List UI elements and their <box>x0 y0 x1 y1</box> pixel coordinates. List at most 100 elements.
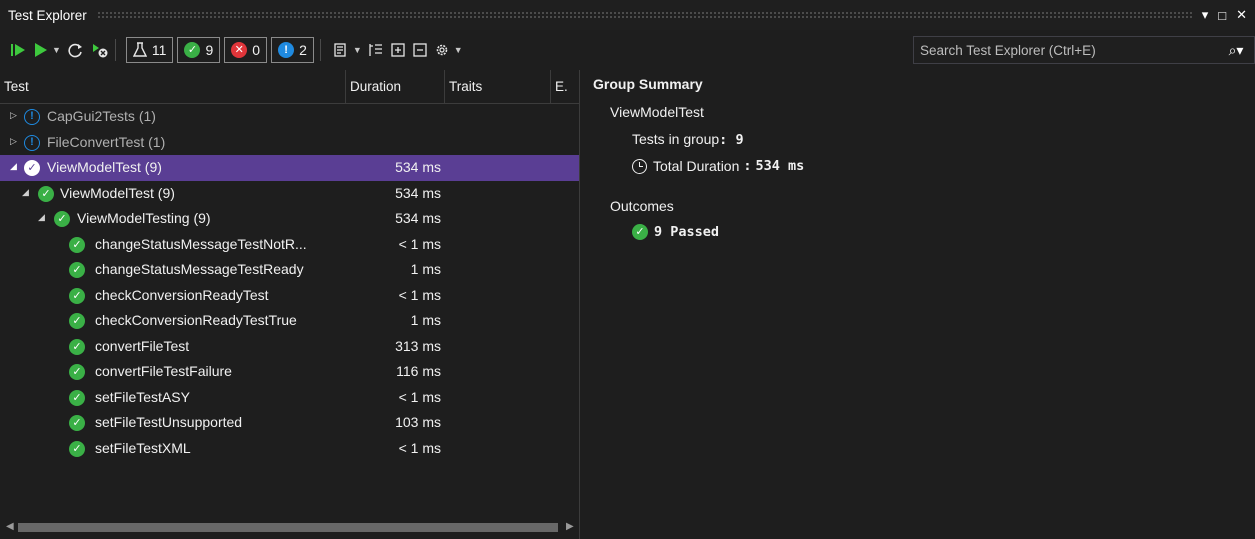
run-icon[interactable] <box>34 37 48 63</box>
run-all-icon[interactable] <box>10 37 28 63</box>
test-name: FileConvertTest (1) <box>47 133 166 150</box>
test-duration: 116 ms <box>396 363 441 379</box>
passed-icon: ✓ <box>69 415 85 431</box>
total-tests-filter[interactable]: 11 <box>125 37 174 63</box>
scroll-right-icon[interactable]: ▶ <box>566 521 574 532</box>
test-duration: 534 ms <box>395 159 441 175</box>
tree-row[interactable]: ✓ setFileTestUnsupported 103 ms <box>0 410 579 436</box>
passed-icon: ✓ <box>69 364 85 380</box>
test-name: setFileTestUnsupported <box>95 414 243 430</box>
column-header-duration[interactable]: Duration <box>346 70 445 104</box>
collapse-arrow-icon[interactable]: ◢ <box>38 212 45 223</box>
test-name: ViewModelTesting (9) <box>77 210 211 226</box>
group-name: ViewModelTest <box>610 104 704 120</box>
tree-row[interactable]: ◢ ✓ ViewModelTesting (9) 534 ms <box>0 206 579 232</box>
passed-icon: ✓ <box>69 236 85 253</box>
passed-icon: ✓ <box>632 224 648 240</box>
toolbar-separator <box>319 39 321 61</box>
column-header-error[interactable]: E. <box>551 70 579 104</box>
test-name: checkConversionReadyTest <box>95 286 269 303</box>
expand-arrow-icon[interactable]: ▷ <box>10 110 17 121</box>
settings-dropdown-icon[interactable]: ▼ <box>454 37 463 63</box>
total-duration-value: 534 ms <box>755 158 805 174</box>
tree-row[interactable]: ✓ setFileTestXML < 1 ms <box>0 436 579 462</box>
test-name: changeStatusMessageTestReady <box>95 261 304 277</box>
passed-icon: ✓ <box>69 440 85 457</box>
tree-row-selected[interactable]: ◢ ✓ ViewModelTest (9) 534 ms <box>0 155 579 181</box>
window-position-icon[interactable]: ▾ <box>1202 7 1209 23</box>
search-box: ⌕▾ <box>913 36 1255 64</box>
run-dropdown-icon[interactable]: ▼ <box>52 37 61 63</box>
tree-row[interactable]: ✓ checkConversionReadyTestTrue 1 ms <box>0 308 579 334</box>
test-tree-panel: Test Duration Traits E. ▷ ! CapGui2Tests… <box>0 70 580 539</box>
passed-icon: ✓ <box>69 389 85 406</box>
tree-row[interactable]: ✓ convertFileTestFailure 116 ms <box>0 359 579 385</box>
passed-tests-filter[interactable]: ✓ 9 <box>177 37 221 63</box>
collapse-arrow-icon[interactable]: ◢ <box>22 187 29 198</box>
expand-arrow-icon[interactable]: ▷ <box>10 136 17 147</box>
search-icon[interactable]: ⌕▾ <box>1218 42 1254 59</box>
test-name: ViewModelTest (9) <box>60 184 175 201</box>
test-duration: 1 ms <box>410 312 441 328</box>
not-run-count: 2 <box>299 42 307 58</box>
total-count: 11 <box>151 42 167 58</box>
test-name: setFileTestXML <box>95 439 191 456</box>
scrollbar-thumb[interactable] <box>18 523 558 532</box>
maximize-icon[interactable]: □ <box>1218 8 1226 23</box>
column-header: Test Duration Traits E. <box>0 70 579 104</box>
title-bar: Test Explorer ▾ □ ✕ <box>0 0 1255 30</box>
outcome-passed[interactable]: ✓ 9 Passed <box>632 224 719 240</box>
test-duration: < 1 ms <box>398 439 441 456</box>
tree-row[interactable]: ▷ ! FileConvertTest (1) <box>0 130 579 156</box>
window-title: Test Explorer <box>8 7 87 23</box>
cancel-run-icon[interactable] <box>91 37 109 63</box>
playlist-icon[interactable] <box>333 37 349 63</box>
toolbar-separator <box>114 39 116 61</box>
tree-row[interactable]: ✓ checkConversionReadyTest < 1 ms <box>0 283 579 309</box>
tree-row[interactable]: ✓ changeStatusMessageTestReady 1 ms <box>0 257 579 283</box>
drag-grip[interactable] <box>96 11 1192 19</box>
horizontal-scrollbar[interactable]: ◀ ▶ <box>0 518 579 538</box>
column-header-traits[interactable]: Traits <box>445 70 551 104</box>
not-run-tests-filter[interactable]: ! 2 <box>271 37 314 63</box>
tests-in-group-label: Tests in group <box>632 131 720 147</box>
expand-all-icon[interactable] <box>390 37 406 63</box>
summary-heading: Group Summary <box>593 76 703 92</box>
tree-row[interactable]: ✓ changeStatusMessageTestNotR... < 1 ms <box>0 232 579 258</box>
clock-icon <box>632 158 647 174</box>
passed-count: 9 <box>205 42 214 58</box>
passed-icon: ✓ <box>54 211 70 227</box>
failed-tests-filter[interactable]: ✕ 0 <box>224 37 268 63</box>
search-input[interactable] <box>914 42 1218 58</box>
test-duration: 534 ms <box>395 184 441 201</box>
test-name: CapGui2Tests (1) <box>47 108 156 124</box>
scroll-left-icon[interactable]: ◀ <box>6 521 14 532</box>
column-header-test[interactable]: Test <box>0 70 346 104</box>
tree-row[interactable]: ▷ ! CapGui2Tests (1) <box>0 104 579 130</box>
outcomes-label: Outcomes <box>610 198 674 214</box>
total-duration-label: Total Duration <box>653 158 740 174</box>
test-duration: < 1 ms <box>398 235 441 252</box>
close-icon[interactable]: ✕ <box>1236 7 1247 23</box>
test-duration: 103 ms <box>395 414 441 430</box>
collapse-arrow-icon[interactable]: ◢ <box>10 161 17 172</box>
not-run-icon: ! <box>278 42 295 58</box>
passed-icon: ✓ <box>69 287 85 304</box>
hierarchy-view-icon[interactable] <box>368 37 384 63</box>
tree-row[interactable]: ✓ convertFileTest 313 ms <box>0 334 579 360</box>
failed-count: 0 <box>252 42 261 58</box>
collapse-all-icon[interactable] <box>412 37 428 63</box>
test-duration: < 1 ms <box>398 286 441 303</box>
total-duration: Total Duration: 534 ms <box>632 158 804 174</box>
window-buttons: ▾ □ ✕ <box>1202 7 1255 23</box>
passed-icon: ✓ <box>38 185 54 202</box>
warning-icon: ! <box>24 109 40 125</box>
tree-row[interactable]: ◢ ✓ ViewModelTest (9) 534 ms <box>0 181 579 207</box>
playlist-dropdown-icon[interactable]: ▼ <box>353 37 362 63</box>
test-name: ViewModelTest (9) <box>47 159 162 175</box>
passed-icon: ✓ <box>69 338 85 355</box>
settings-gear-icon[interactable] <box>434 37 450 63</box>
passed-text: 9 Passed <box>654 224 720 240</box>
repeat-last-run-icon[interactable] <box>67 37 85 63</box>
tree-row[interactable]: ✓ setFileTestASY < 1 ms <box>0 385 579 411</box>
